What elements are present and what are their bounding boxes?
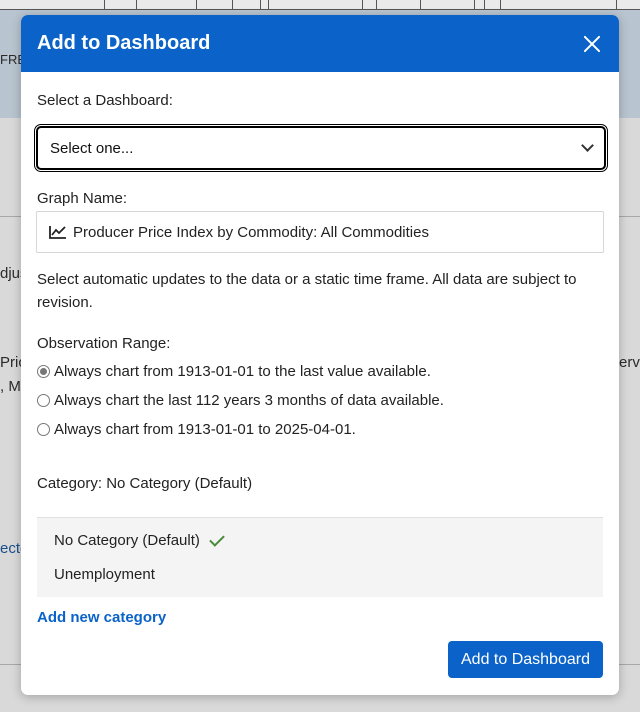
graph-name-label: Graph Name:: [37, 190, 128, 207]
update-description: Select automatic updates to the data or …: [37, 271, 577, 311]
dashboard-select-value: Select one...: [50, 139, 134, 157]
add-new-category-link[interactable]: Add new category: [37, 609, 166, 626]
radio-button[interactable]: [37, 423, 50, 436]
category-label: Category: No Category (Default): [37, 475, 253, 492]
radio-button-checked[interactable]: [37, 365, 50, 378]
range-option-last-value[interactable]: Always chart from 1913-01-01 to the last…: [37, 363, 431, 380]
category-list: No Category (Default) Unemployment: [37, 517, 603, 597]
dashboard-select-label: Select a Dashboard:: [37, 92, 173, 109]
graph-name-field[interactable]: Producer Price Index by Commodity: All C…: [36, 211, 604, 253]
background-text-reserve: erve: [619, 354, 640, 371]
check-icon: [209, 530, 225, 547]
category-item-label: No Category (Default): [54, 532, 200, 549]
close-icon[interactable]: [581, 33, 603, 55]
range-option-fixed[interactable]: Always chart from 1913-01-01 to 2025-04-…: [37, 421, 356, 438]
add-to-dashboard-button[interactable]: Add to Dashboard: [448, 641, 603, 678]
observation-range-label: Observation Range:: [37, 335, 171, 352]
category-item-default[interactable]: No Category (Default): [54, 530, 225, 549]
category-item-unemployment[interactable]: Unemployment: [54, 566, 155, 583]
dashboard-select[interactable]: Select one...: [34, 124, 608, 172]
background-topbar: [0, 0, 640, 10]
line-chart-icon: [49, 226, 66, 239]
add-to-dashboard-dialog: Add to Dashboard Select a Dashboard: Sel…: [21, 15, 619, 695]
range-option-label: Always chart from 1913-01-01 to the last…: [54, 363, 431, 380]
dialog-header: Add to Dashboard: [21, 15, 619, 72]
range-option-label: Always chart from 1913-01-01 to 2025-04-…: [54, 421, 356, 438]
category-item-label: Unemployment: [54, 566, 155, 583]
range-option-label: Always chart the last 112 years 3 months…: [54, 392, 444, 409]
range-option-last-period[interactable]: Always chart the last 112 years 3 months…: [37, 392, 444, 409]
graph-name-value: Producer Price Index by Commodity: All C…: [73, 223, 429, 241]
dialog-title: Add to Dashboard: [37, 32, 211, 54]
background-text-m: , M: [0, 378, 21, 395]
chevron-down-icon: [581, 139, 594, 152]
radio-button[interactable]: [37, 394, 50, 407]
